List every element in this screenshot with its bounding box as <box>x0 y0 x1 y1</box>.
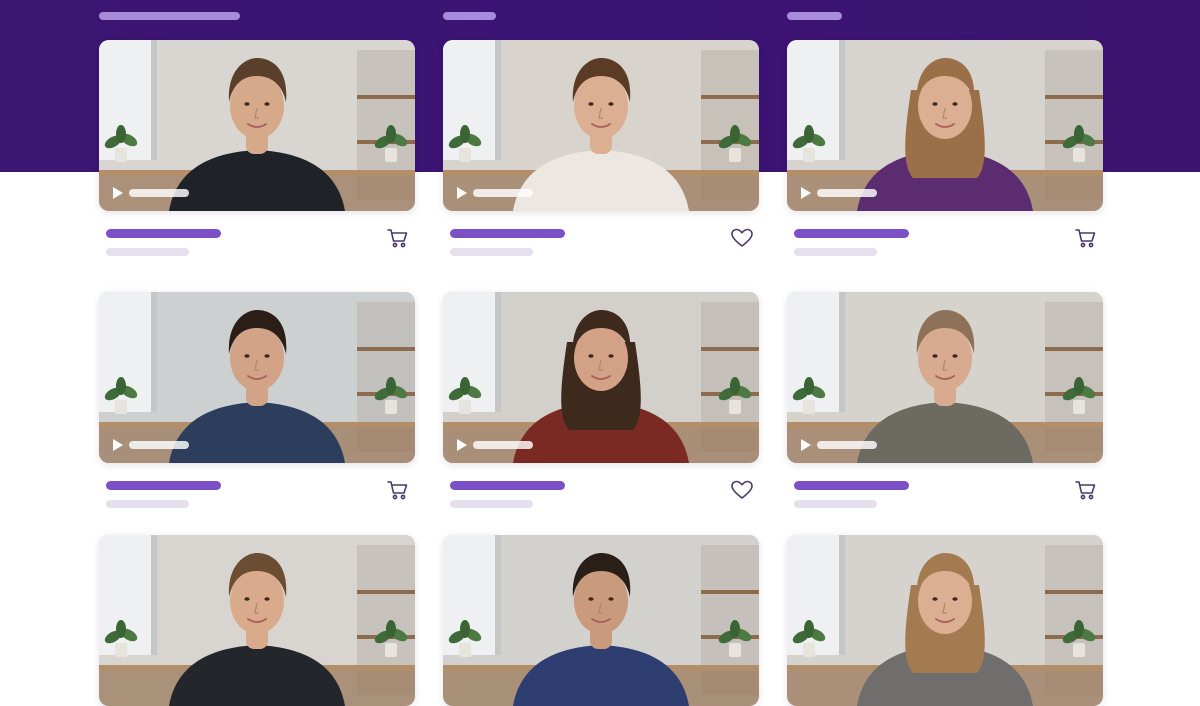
add-to-cart-button[interactable] <box>385 477 411 503</box>
card-meta <box>443 211 759 271</box>
card-title-placeholder <box>106 229 221 238</box>
presenter-video-frame <box>99 292 415 463</box>
card-meta <box>443 463 759 523</box>
presenter-video-frame <box>787 40 1103 211</box>
video-card[interactable] <box>443 40 759 271</box>
video-progress-bar[interactable] <box>129 441 189 449</box>
play-icon[interactable] <box>111 438 125 452</box>
presenter-video-frame <box>443 40 759 211</box>
video-thumbnail[interactable] <box>787 292 1103 463</box>
presenter-video-frame <box>787 535 1103 706</box>
video-card[interactable] <box>99 292 415 523</box>
video-thumbnail[interactable] <box>443 40 759 211</box>
video-card[interactable] <box>787 292 1103 523</box>
card-meta <box>99 463 415 523</box>
card-meta <box>99 211 415 271</box>
video-card-grid <box>0 0 1200 706</box>
play-icon[interactable] <box>455 438 469 452</box>
video-thumbnail[interactable] <box>443 535 759 706</box>
favorite-button[interactable] <box>729 477 755 503</box>
video-progress-bar[interactable] <box>473 441 533 449</box>
add-to-cart-button[interactable] <box>1073 225 1099 251</box>
card-subtitle-placeholder <box>450 500 533 508</box>
cart-icon <box>387 229 408 248</box>
card-meta <box>787 463 1103 523</box>
video-card[interactable] <box>443 535 759 706</box>
presenter-video-frame <box>443 292 759 463</box>
add-to-cart-button[interactable] <box>1073 477 1099 503</box>
card-title-placeholder <box>450 481 565 490</box>
card-subtitle-placeholder <box>106 500 189 508</box>
video-card[interactable] <box>99 535 415 706</box>
card-subtitle-placeholder <box>450 248 533 256</box>
play-icon[interactable] <box>799 186 813 200</box>
video-thumbnail[interactable] <box>443 292 759 463</box>
video-card[interactable] <box>787 40 1103 271</box>
video-thumbnail[interactable] <box>787 40 1103 211</box>
cart-icon <box>387 481 408 500</box>
presenter-video-frame <box>787 292 1103 463</box>
card-title-placeholder <box>106 481 221 490</box>
card-title-placeholder <box>794 229 909 238</box>
card-subtitle-placeholder <box>794 500 877 508</box>
heart-icon <box>731 480 753 499</box>
video-card[interactable] <box>787 535 1103 706</box>
card-title-placeholder <box>794 481 909 490</box>
video-thumbnail[interactable] <box>99 292 415 463</box>
heart-icon <box>731 228 753 247</box>
video-progress-bar[interactable] <box>817 441 877 449</box>
cart-icon <box>1075 481 1096 500</box>
video-thumbnail[interactable] <box>99 535 415 706</box>
presenter-video-frame <box>443 535 759 706</box>
video-thumbnail[interactable] <box>99 40 415 211</box>
add-to-cart-button[interactable] <box>385 225 411 251</box>
card-subtitle-placeholder <box>106 248 189 256</box>
cart-icon <box>1075 229 1096 248</box>
card-subtitle-placeholder <box>794 248 877 256</box>
video-card[interactable] <box>99 40 415 271</box>
video-progress-bar[interactable] <box>817 189 877 197</box>
card-meta <box>787 211 1103 271</box>
play-icon[interactable] <box>799 438 813 452</box>
video-thumbnail[interactable] <box>787 535 1103 706</box>
favorite-button[interactable] <box>729 225 755 251</box>
video-card[interactable] <box>443 292 759 523</box>
play-icon[interactable] <box>455 186 469 200</box>
presenter-video-frame <box>99 535 415 706</box>
card-title-placeholder <box>450 229 565 238</box>
video-progress-bar[interactable] <box>473 189 533 197</box>
play-icon[interactable] <box>111 186 125 200</box>
presenter-video-frame <box>99 40 415 211</box>
video-progress-bar[interactable] <box>129 189 189 197</box>
